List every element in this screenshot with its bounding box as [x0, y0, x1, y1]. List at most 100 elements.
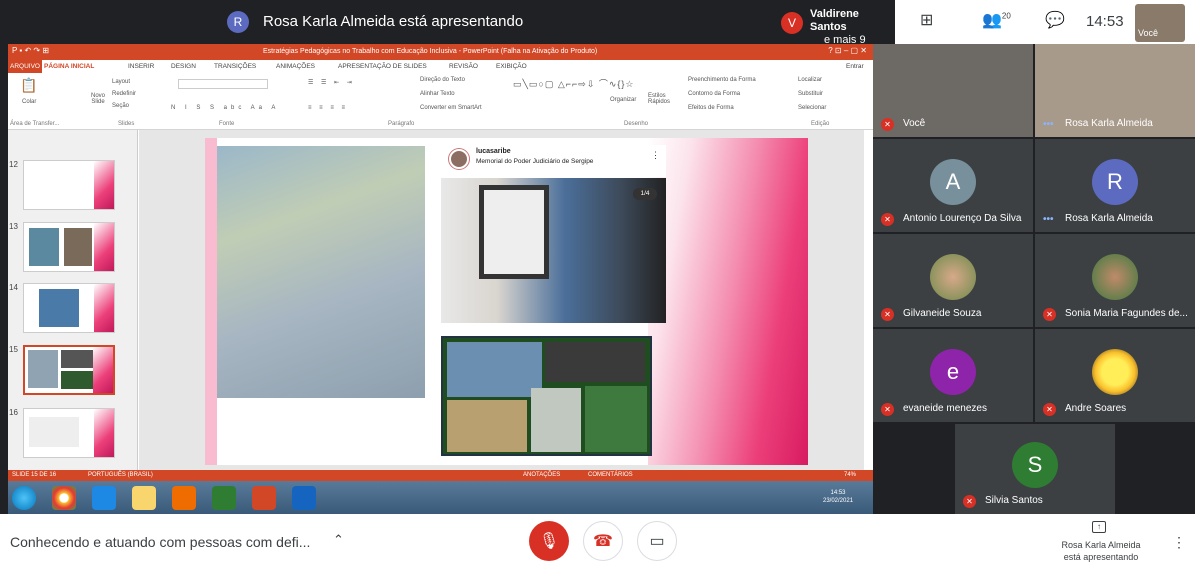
speaking-indicator-icon: ••• — [1043, 214, 1054, 225]
tab-exibicao[interactable]: EXIBIÇÃO — [496, 63, 527, 70]
media-player-icon[interactable] — [172, 486, 196, 510]
participant-name: Você — [903, 118, 926, 129]
shape-fill-button[interactable]: Preenchimento da Forma — [688, 77, 756, 83]
memorial-photo — [441, 178, 666, 323]
powerpoint-icon[interactable] — [252, 486, 276, 510]
mic-off-icon: ✕ — [963, 495, 976, 508]
participant-tile[interactable]: ✕ Gilvaneide Souza — [873, 234, 1033, 327]
participant-tile[interactable]: ✕ Sonia Maria Fagundes de... — [1035, 234, 1195, 327]
tab-transicoes[interactable]: TRANSIÇÕES — [214, 63, 256, 70]
layout-button[interactable]: Layout — [112, 79, 130, 85]
organize-button[interactable]: Organizar — [610, 97, 636, 103]
new-slide-button[interactable]: Novo Slide — [88, 93, 108, 105]
font-format-buttons[interactable]: N I S S abc Aa A — [171, 105, 279, 111]
list-buttons[interactable]: ☰ ☰ ⇤ ⇥ — [308, 79, 355, 86]
layout-grid-icon[interactable]: ⊞ — [920, 10, 933, 30]
participant-tile[interactable]: A ✕ Antonio Lourenço Da Silva — [873, 139, 1033, 232]
participant-tile[interactable]: R ••• Rosa Karla Almeida — [1035, 139, 1195, 232]
participant-tile[interactable]: S ✕ Silvia Santos — [955, 424, 1115, 514]
mic-off-icon: 🎙 — [538, 533, 560, 550]
paste-button[interactable]: Colar — [22, 99, 36, 105]
start-icon[interactable] — [12, 486, 36, 510]
tab-animacoes[interactable]: ANIMAÇÕES — [276, 63, 315, 70]
text-direction-button[interactable]: Direção do Texto — [420, 77, 465, 83]
slide-thumbnail[interactable] — [23, 222, 115, 272]
meeting-name[interactable]: Conhecendo e atuando com pessoas com def… — [10, 534, 310, 550]
ppt-quick-access[interactable]: P ▪ ↶ ↷ ⊞ — [12, 46, 49, 55]
tab-arquivo[interactable]: ARQUIVO — [8, 60, 42, 73]
participant-tile[interactable]: ••• Rosa Karla Almeida — [1035, 44, 1195, 137]
camera-toggle-button[interactable]: ▭ — [637, 521, 677, 561]
camera-icon: ▭ — [649, 533, 665, 550]
leave-call-button[interactable]: ☎ — [583, 521, 623, 561]
participant-tile[interactable]: e ✕ evaneide menezes — [873, 329, 1033, 422]
post-more-icon: ⋮ — [651, 150, 660, 160]
post-username: lucasaribe — [476, 148, 511, 155]
slide-thumbnail[interactable] — [23, 408, 115, 458]
tray-clock: 14:53 23/02/2021 — [823, 489, 853, 505]
people-icon[interactable]: 👥20 — [982, 10, 1011, 30]
present-screen-icon[interactable]: ↑ — [1092, 521, 1106, 533]
convert-smartart-button[interactable]: Converter em SmartArt — [420, 105, 482, 111]
self-view-label: Você — [1138, 28, 1159, 38]
select-button[interactable]: Selecionar — [798, 105, 826, 111]
participant-tile[interactable]: ✕ Você — [873, 44, 1033, 137]
tab-design[interactable]: DESIGN — [171, 63, 196, 70]
reset-button[interactable]: Redefinir — [112, 91, 136, 97]
slide-info: SLIDE 15 DE 16 — [12, 472, 57, 478]
find-button[interactable]: Localizar — [798, 77, 822, 83]
participant-name: Andre Soares — [1065, 403, 1127, 414]
drawing-photo — [217, 146, 425, 398]
shapes-gallery[interactable]: ▭╲▭○▢ △⌐⌐⇨⇩ ⌒∿{}☆ — [513, 77, 635, 90]
shape-outline-button[interactable]: Contorno da Forma — [688, 91, 740, 97]
mic-off-icon: ✕ — [881, 213, 894, 226]
ie-icon[interactable] — [92, 486, 116, 510]
align-buttons[interactable]: ≡ ≡ ≡ ≡ — [308, 105, 348, 111]
word-icon[interactable] — [292, 486, 316, 510]
ppt-title-bar: P ▪ ↶ ↷ ⊞ Estratégias Pedagógicas no Tra… — [8, 44, 873, 60]
shape-effects-button[interactable]: Efeitos de Forma — [688, 105, 734, 111]
slide-canvas: lucasaribe Memorial do Poder Judiciário … — [139, 130, 864, 470]
meet-top-bar: R Rosa Karla Almeida está apresentando V… — [0, 0, 895, 47]
replace-button[interactable]: Substituir — [798, 91, 823, 97]
tab-apresentacao[interactable]: APRESENTAÇÃO DE SLIDES — [338, 63, 427, 70]
participant-name: Rosa Karla Almeida — [1065, 213, 1153, 224]
presenting-status[interactable]: Rosa Karla Almeida está apresentando — [1056, 539, 1146, 563]
group-editing: Edição — [811, 121, 830, 127]
tab-revisao[interactable]: REVISÃO — [449, 63, 478, 70]
others-names: Valdirene Santos e mais 9 — [810, 8, 895, 47]
participant-tile[interactable]: ✕ Andre Soares — [1035, 329, 1195, 422]
paste-icon[interactable]: 📋 — [20, 77, 37, 94]
participant-name: Antonio Lourenço Da Silva — [903, 213, 1022, 224]
tab-pagina-inicial[interactable]: PÁGINA INICIAL — [44, 63, 94, 70]
slide-thumbnail[interactable] — [23, 160, 115, 210]
speaking-indicator-icon: ••• — [1043, 119, 1054, 130]
ppt-status-bar: SLIDE 15 DE 16 PORTUGUÊS (BRASIL) ANOTAÇ… — [8, 470, 873, 481]
slide-thumbnail-selected[interactable] — [23, 345, 115, 395]
group-slides: Slides — [118, 121, 135, 127]
excel-icon[interactable] — [212, 486, 236, 510]
chevron-up-icon[interactable]: ⌃ — [333, 532, 344, 548]
more-options-icon[interactable]: ⋮ — [1172, 534, 1186, 551]
chat-icon[interactable]: 💬 — [1045, 10, 1065, 30]
thumbnail-number: 14 — [9, 283, 18, 292]
windows-taskbar: 14:53 23/02/2021 — [8, 481, 873, 514]
current-slide[interactable]: lucasaribe Memorial do Poder Judiciário … — [205, 138, 808, 465]
signin-link[interactable]: Entrar — [846, 63, 864, 70]
explorer-icon[interactable] — [132, 486, 156, 510]
participants-count: 20 — [1001, 11, 1011, 21]
sports-collage — [441, 336, 652, 456]
comments-button[interactable]: COMENTÁRIOS — [588, 472, 633, 478]
tab-inserir[interactable]: INSERIR — [128, 63, 154, 70]
notes-button[interactable]: ANOTAÇÕES — [523, 472, 560, 478]
group-font: Fonte — [219, 121, 235, 127]
font-name-select[interactable] — [178, 79, 268, 89]
ppt-window-controls[interactable]: ? ⊡ – ▢ ✕ — [828, 46, 867, 55]
section-button[interactable]: Seção — [112, 103, 129, 109]
mic-toggle-button[interactable]: 🎙 — [529, 521, 569, 561]
slide-thumbnail[interactable] — [23, 283, 115, 333]
chrome-icon[interactable] — [52, 486, 76, 510]
align-text-button[interactable]: Alinhar Texto — [420, 91, 455, 97]
quick-styles-button[interactable]: Estilos Rápidos — [648, 93, 672, 105]
zoom-level[interactable]: 74% — [844, 472, 856, 478]
